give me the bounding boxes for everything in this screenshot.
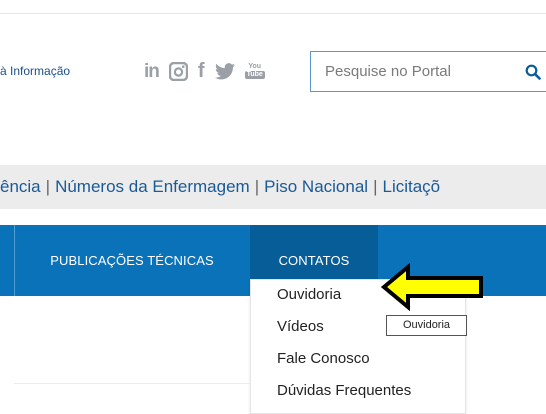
youtube-icon-top: You xyxy=(248,63,262,70)
quick-link-numeros-enfermagem[interactable]: Números da Enfermagem xyxy=(55,177,250,196)
header-divider xyxy=(0,13,546,14)
nav-item-publicacoes-tecnicas[interactable]: PUBLICAÇÕES TÉCNICAS xyxy=(16,225,248,296)
social-links: in f You Tube xyxy=(144,58,265,84)
instagram-icon[interactable] xyxy=(168,61,188,81)
link-separator: | xyxy=(254,177,260,196)
dropdown-item-ouvidoria[interactable]: Ouvidoria xyxy=(277,286,341,303)
tooltip: Ouvidoria xyxy=(386,315,467,336)
search-input[interactable] xyxy=(311,52,511,91)
quick-links-bar: ência | Números da Enfermagem | Piso Naciona… xyxy=(0,165,546,209)
content-divider xyxy=(14,383,250,384)
youtube-icon[interactable]: You Tube xyxy=(244,63,265,79)
linkedin-icon[interactable]: in xyxy=(144,62,160,81)
dropdown-item-duvidas-frequentes[interactable]: Dúvidas Frequentes xyxy=(277,382,411,399)
access-to-information-link[interactable]: à Informação xyxy=(0,64,70,78)
search-box xyxy=(310,51,546,92)
quick-link-piso-nacional[interactable]: Piso Nacional xyxy=(264,177,368,196)
link-separator: | xyxy=(373,177,378,196)
youtube-icon-bottom: Tube xyxy=(244,71,265,79)
quick-link[interactable]: ência xyxy=(0,177,41,196)
nav-divider xyxy=(14,225,15,296)
dropdown-item-videos[interactable]: Vídeos xyxy=(277,318,324,335)
twitter-icon[interactable] xyxy=(214,62,235,80)
quick-link-licitacoes[interactable]: Licitaçõ xyxy=(383,177,441,196)
facebook-icon[interactable]: f xyxy=(198,61,205,81)
search-icon xyxy=(525,64,541,80)
pointer-arrow-annotation xyxy=(381,263,483,311)
link-separator: | xyxy=(45,177,51,196)
search-button[interactable] xyxy=(521,60,545,84)
dropdown-item-fale-conosco[interactable]: Fale Conosco xyxy=(277,350,370,367)
